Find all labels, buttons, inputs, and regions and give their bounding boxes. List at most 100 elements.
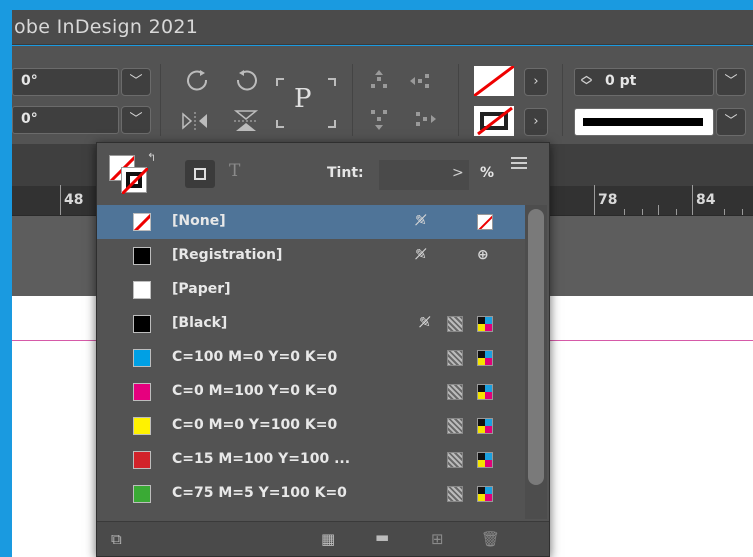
none-color-icon (477, 214, 493, 230)
separator (352, 64, 353, 136)
separator (160, 64, 161, 136)
tint-slider-arrow[interactable]: > (452, 165, 464, 181)
swatch-chip (133, 213, 151, 231)
stepper-icon[interactable]: ︿ ﹀ (581, 70, 592, 91)
process-color-icon (447, 384, 463, 400)
flip-vertical-icon[interactable] (232, 108, 260, 134)
process-color-icon (447, 452, 463, 468)
shear-angle-dropdown[interactable]: ﹀ (121, 106, 151, 134)
rotation-angle-field[interactable]: 0° (12, 68, 119, 96)
process-color-icon (447, 316, 463, 332)
locked-pencil-icon: ✎̸ (415, 213, 427, 229)
fill-swatch-icon[interactable] (474, 66, 514, 96)
swatch-row-green[interactable]: C=75 M=5 Y=100 K=0 (97, 477, 525, 511)
cmyk-mode-icon (477, 350, 493, 366)
distribute-left-icon[interactable] (408, 70, 438, 92)
swatch-name: [None] (172, 213, 226, 229)
swatch-name: C=15 M=100 Y=100 ... (172, 451, 351, 467)
reference-point-label: P (294, 84, 312, 114)
panel-menu-icon[interactable] (511, 157, 527, 172)
none-slash-icon (477, 106, 513, 136)
none-slash-icon (474, 66, 514, 96)
locked-pencil-icon: ✎̸ (415, 247, 427, 263)
swatch-row-paper[interactable]: [Paper] (97, 273, 525, 307)
swatch-row-magenta[interactable]: C=0 M=100 Y=0 K=0 (97, 375, 525, 409)
ruler-label: 48 (64, 192, 84, 208)
cmyk-mode-icon (477, 316, 493, 332)
process-color-icon (447, 486, 463, 502)
swatch-chip (133, 247, 151, 265)
swatch-view-icon[interactable]: ▦ (321, 530, 335, 548)
rotation-angle-dropdown[interactable]: ﹀ (121, 68, 151, 96)
swatch-row-red[interactable]: C=15 M=100 Y=100 ... (97, 443, 525, 477)
swatch-chip (133, 451, 151, 469)
swatch-name: C=100 M=0 Y=0 K=0 (172, 349, 338, 365)
stroke-swatch-icon[interactable] (474, 106, 514, 136)
tint-label: Tint: (327, 165, 364, 181)
swatch-name: [Paper] (172, 281, 231, 297)
formatting-text-button[interactable]: T (229, 161, 240, 181)
registration-icon: ⊕ (477, 247, 489, 263)
distribute-up-icon[interactable] (368, 68, 390, 94)
title-bar: obe InDesign 2021 (12, 10, 753, 45)
tint-percent: % (480, 165, 495, 181)
stroke-swatch-arrow[interactable]: › (524, 108, 548, 136)
distribute-right-icon[interactable] (408, 108, 438, 130)
cmyk-mode-icon (477, 418, 493, 434)
app-title: obe InDesign 2021 (14, 16, 199, 38)
new-swatch-icon[interactable]: ⊞ (431, 530, 444, 548)
process-color-icon (447, 350, 463, 366)
new-color-group-icon[interactable]: ▬ (375, 528, 389, 546)
place-swatch-icon[interactable]: ⧉ (111, 530, 122, 548)
swatch-row-black[interactable]: [Black] ✎̸ (97, 307, 525, 341)
fill-swatch-arrow[interactable]: › (524, 68, 548, 96)
rotate-ccw-icon[interactable] (232, 68, 260, 92)
formatting-container-button[interactable] (185, 160, 215, 188)
stroke-weight-field[interactable]: ︿ ﹀ 0 pt (574, 68, 714, 96)
cmyk-mode-icon (477, 452, 493, 468)
swatches-panel-footer: ⧉ ▦ ▬ ⊞ 🗑 (97, 521, 549, 556)
swatch-chip (133, 281, 151, 299)
ruler-label: 78 (598, 192, 618, 208)
swatch-name: C=0 M=100 Y=0 K=0 (172, 383, 338, 399)
swatch-name: [Registration] (172, 247, 283, 263)
distribute-down-icon[interactable] (368, 106, 390, 132)
swatches-panel: ↰ T Tint: > % [None] ✎̸ [Registration] ✎… (96, 142, 550, 557)
stroke-weight-dropdown[interactable]: ﹀ (716, 68, 746, 96)
stroke-style-field[interactable] (574, 108, 714, 136)
locked-pencil-icon: ✎̸ (419, 315, 431, 331)
swatch-row-registration[interactable]: [Registration] ✎̸ ⊕ (97, 239, 525, 273)
ruler-label: 84 (696, 192, 716, 208)
control-bar: 0° ﹀ 0° ﹀ P › › ︿ ﹀ 0 pt ﹀ ﹀ (12, 46, 753, 144)
flip-horizontal-icon[interactable] (180, 110, 210, 132)
swatch-list: [None] ✎̸ [Registration] ✎̸ ⊕ [Paper] [B… (97, 205, 525, 519)
swatch-name: C=75 M=5 Y=100 K=0 (172, 485, 347, 501)
none-slash-icon (134, 214, 150, 230)
swatch-row-cyan[interactable]: C=100 M=0 Y=0 K=0 (97, 341, 525, 375)
separator (458, 64, 459, 136)
stroke-style-dropdown[interactable]: ﹀ (716, 108, 746, 136)
fill-stroke-proxy-icon[interactable]: ↰ (109, 151, 156, 195)
swatch-name: [Black] (172, 315, 228, 331)
swatches-panel-header: ↰ T Tint: > % (97, 143, 549, 203)
swatch-row-yellow[interactable]: C=0 M=0 Y=100 K=0 (97, 409, 525, 443)
cmyk-mode-icon (477, 486, 493, 502)
scrollbar-thumb[interactable] (528, 209, 544, 485)
swatch-chip (133, 383, 151, 401)
swatch-chip (133, 315, 151, 333)
process-color-icon (447, 418, 463, 434)
shear-angle-field[interactable]: 0° (12, 106, 119, 134)
swatch-chip (133, 485, 151, 503)
separator (562, 64, 563, 136)
swatch-name: C=0 M=0 Y=100 K=0 (172, 417, 338, 433)
rotate-cw-icon[interactable] (184, 68, 212, 92)
stroke-style-icon (583, 118, 703, 126)
swatch-chip (133, 349, 151, 367)
swatch-chip (133, 417, 151, 435)
container-icon (194, 168, 206, 180)
cmyk-mode-icon (477, 384, 493, 400)
swatch-row-none[interactable]: [None] ✎̸ (97, 205, 525, 239)
reference-point-icon[interactable]: P (276, 78, 336, 128)
delete-swatch-icon[interactable]: 🗑 (481, 530, 500, 548)
swap-fill-stroke-icon[interactable]: ↰ (147, 151, 156, 164)
